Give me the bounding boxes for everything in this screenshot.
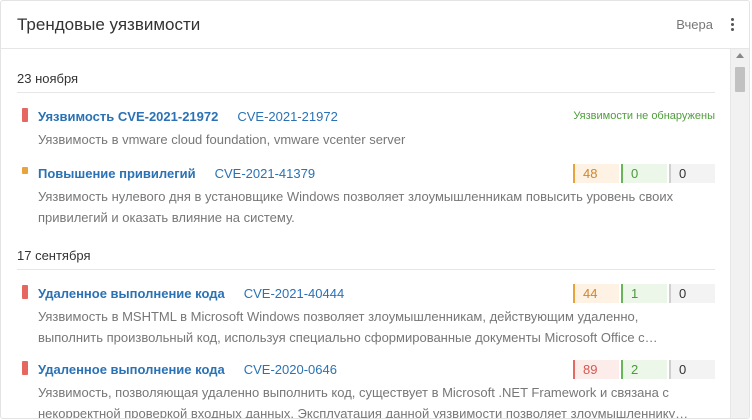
- trending-vulnerabilities-widget: Трендовые уязвимости Вчера 23 ноября Уяз…: [0, 0, 750, 419]
- count-vulnerable[interactable]: 44: [573, 283, 619, 303]
- date-group-header: 17 сентября: [17, 228, 715, 270]
- vulnerability-description-line2: некорректной проверкой входных данных. Э…: [38, 406, 689, 418]
- cve-link[interactable]: CVE-2021-40444: [244, 286, 344, 301]
- count-other[interactable]: 0: [669, 283, 715, 303]
- severity-high-marker: [22, 285, 28, 299]
- scroll-up-arrow-icon[interactable]: [736, 53, 744, 58]
- vulnerability-item: Удаленное выполнение кода CVE-2021-40444…: [17, 282, 715, 348]
- cve-link[interactable]: CVE-2020-0646: [244, 362, 337, 377]
- vulnerability-description-line2: выполнить произвольный код, используя сп…: [38, 330, 658, 345]
- count-fixed[interactable]: 1: [621, 283, 667, 303]
- vulnerability-name-link[interactable]: Удаленное выполнение кода: [38, 362, 225, 377]
- count-other[interactable]: 0: [669, 163, 715, 183]
- period-selector[interactable]: Вчера: [676, 17, 713, 32]
- count-vulnerable[interactable]: 89: [573, 359, 619, 379]
- no-vulnerabilities-status: Уязвимости не обнаружены: [573, 110, 715, 122]
- severity-medium-marker: [22, 167, 28, 174]
- host-counts: 48 0 0: [571, 163, 715, 183]
- scroll-thumb[interactable]: [735, 67, 745, 92]
- vulnerability-description-line2: привилегий и оказать влияние на систему.: [38, 210, 295, 225]
- count-fixed[interactable]: 2: [621, 359, 667, 379]
- more-menu-icon[interactable]: [725, 15, 739, 35]
- date-group-header: 23 ноября: [17, 49, 715, 93]
- count-vulnerable[interactable]: 48: [573, 163, 619, 183]
- vulnerability-name-link[interactable]: Уязвимость CVE-2021-21972: [38, 109, 218, 124]
- vulnerability-name-link[interactable]: Удаленное выполнение кода: [38, 286, 225, 301]
- host-counts: 89 2 0: [571, 359, 715, 379]
- vulnerability-name-link[interactable]: Повышение привилегий: [38, 166, 196, 181]
- cve-link[interactable]: CVE-2021-21972: [237, 109, 337, 124]
- count-other[interactable]: 0: [669, 359, 715, 379]
- vulnerability-item: Повышение привилегий CVE-2021-41379 48 0…: [17, 162, 715, 228]
- vulnerability-item: Уязвимость CVE-2021-21972 CVE-2021-21972…: [17, 105, 715, 150]
- host-counts: 44 1 0: [571, 283, 715, 303]
- severity-high-marker: [22, 108, 28, 122]
- vulnerability-item: Удаленное выполнение кода CVE-2020-0646 …: [17, 358, 715, 418]
- widget-header: Трендовые уязвимости Вчера: [1, 1, 749, 49]
- vulnerability-list: 23 ноября Уязвимость CVE-2021-21972 CVE-…: [1, 49, 731, 418]
- vulnerability-description: Уязвимость в vmware cloud foundation, vm…: [38, 132, 406, 147]
- cve-link[interactable]: CVE-2021-41379: [215, 166, 315, 181]
- vulnerability-description-line1: Уязвимость, позволяющая удаленно выполни…: [38, 385, 669, 400]
- severity-high-marker: [22, 361, 28, 375]
- count-fixed[interactable]: 0: [621, 163, 667, 183]
- widget-title: Трендовые уязвимости: [17, 14, 201, 34]
- vertical-scrollbar[interactable]: [730, 49, 749, 418]
- vulnerability-description-line1: Уязвимость в MSHTML в Microsoft Windows …: [38, 309, 639, 324]
- vulnerability-description-line1: Уязвимость нулевого дня в установщике Wi…: [38, 189, 674, 204]
